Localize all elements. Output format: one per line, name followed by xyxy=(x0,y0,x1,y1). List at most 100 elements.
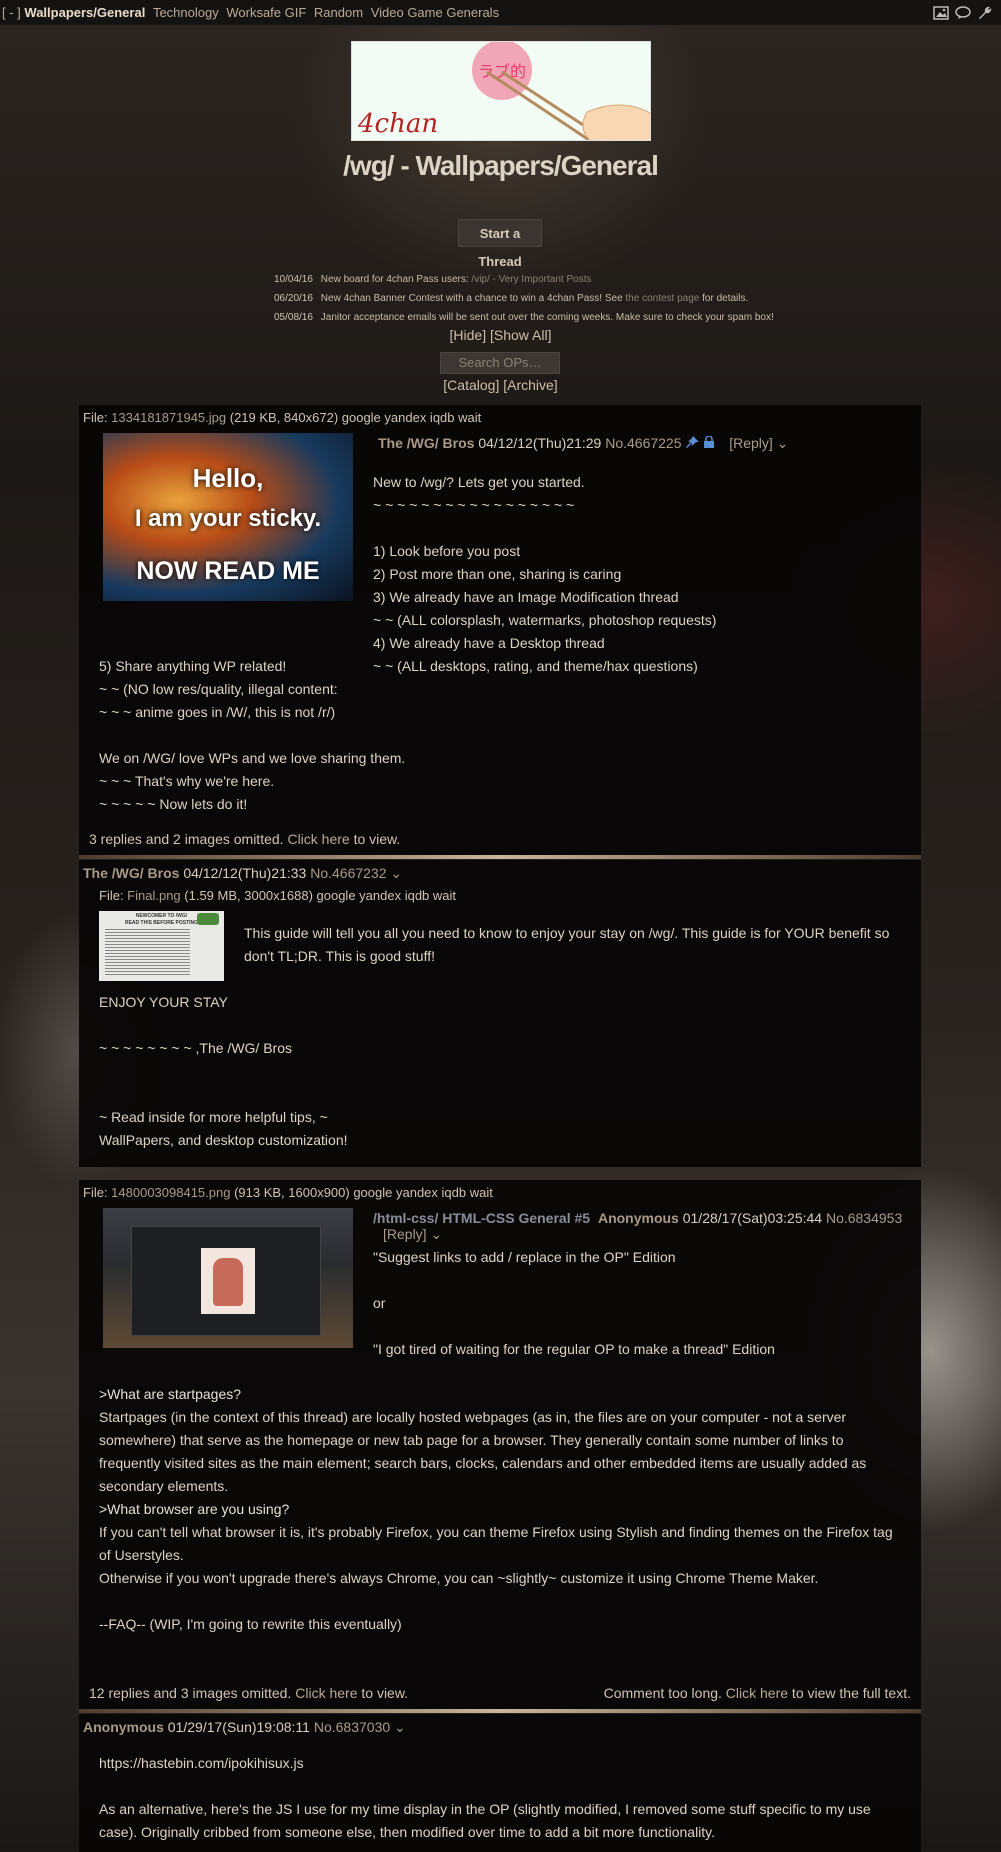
wrench-icon[interactable] xyxy=(977,5,993,21)
file-meta: (1.59 MB, 3000x1688) google yandex iqdb … xyxy=(180,888,457,903)
question-1: >What are startpages? xyxy=(99,1386,242,1402)
divider xyxy=(79,855,921,859)
poster-name: Anonymous xyxy=(83,1719,164,1735)
hide-news-link[interactable]: [Hide] xyxy=(450,327,487,343)
thread-thumbnail[interactable]: Hello, I am your sticky. NOW READ ME xyxy=(103,433,353,601)
reply-body-below: ENJOY YOUR STAY ~ ~ ~ ~ ~ ~ ~ ~ ,The /WG… xyxy=(99,994,348,1148)
post-body-left: 5) Share anything WP related! ~ ~ (NO lo… xyxy=(99,658,406,812)
news-text: New board for 4chan Pass users: xyxy=(320,274,472,285)
thread-thumbnail[interactable] xyxy=(103,1208,353,1348)
news-text-after: for details. xyxy=(699,293,749,304)
start-thread-button[interactable]: Start a Thread xyxy=(458,219,542,269)
file-meta: (913 KB, 1600x900) google yandex iqdb wa… xyxy=(230,1185,493,1200)
news-text: Janitor acceptance emails will be sent o… xyxy=(320,312,774,323)
sticky-pin-icon xyxy=(685,435,700,451)
image-icon[interactable] xyxy=(933,6,949,20)
news-date: 06/20/16 xyxy=(274,293,313,304)
post-header: The /WG/ Bros 04/12/12(Thu)21:29 No.4667… xyxy=(378,435,788,452)
answer-2: If you can't tell what browser it is, it… xyxy=(99,1524,893,1586)
poster-name: The /WG/ Bros xyxy=(378,435,475,451)
click-here-link[interactable]: Click here xyxy=(295,1685,357,1701)
omitted-summary: 3 replies and 2 images omitted. Click he… xyxy=(89,831,401,847)
news-item: 10/04/16 New board for 4chan Pass users:… xyxy=(274,270,774,289)
view-full-text-link[interactable]: Click here xyxy=(726,1685,788,1701)
news-text: New 4chan Banner Contest with a chance t… xyxy=(320,293,626,304)
board-nav-bar: [ - ] Wallpapers/General Technology Work… xyxy=(0,0,1001,26)
post-header: Anonymous 01/29/17(Sun)19:08:11 No.68370… xyxy=(83,1719,406,1736)
nav-current-board[interactable]: Wallpapers/General xyxy=(24,5,145,20)
post-date: 04/12/12(Thu)21:33 xyxy=(179,865,311,881)
thumb-line-1: Hello, xyxy=(192,463,264,493)
divider xyxy=(79,1709,921,1713)
archive-link[interactable]: [Archive] xyxy=(503,377,557,393)
post-number-link[interactable]: No.4667232 xyxy=(310,865,386,881)
post-number-link[interactable]: No.4667225 xyxy=(605,435,681,451)
post-number-link[interactable]: No.6834953 xyxy=(826,1210,902,1226)
board-title: /wg/ - Wallpapers/General xyxy=(343,150,659,181)
news-link-contest[interactable]: the contest page xyxy=(625,293,699,304)
reply-thumbnail[interactable]: NEWCOMER TO /WG/ READ THIS BEFORE POSTIN… xyxy=(99,911,224,981)
news-item: 05/08/16 Janitor acceptance emails will … xyxy=(274,308,774,327)
post-date: 04/12/12(Thu)21:29 xyxy=(474,435,606,451)
file-name-link[interactable]: Final.png xyxy=(127,888,180,903)
nav-toggle[interactable]: [ - ] xyxy=(2,5,21,20)
answer-1: Startpages (in the context of this threa… xyxy=(99,1409,867,1494)
reply-body-right: This guide will tell you all you need to… xyxy=(244,925,890,964)
post-date: 01/28/17(Sat)03:25:44 xyxy=(678,1210,826,1226)
show-all-link[interactable]: [Show All] xyxy=(490,327,551,343)
nav-link-video-game-generals[interactable]: Video Game Generals xyxy=(371,5,499,20)
post-header: /html-css/ HTML-CSS General #5 Anonymous… xyxy=(373,1210,921,1243)
speech-bubble-icon[interactable] xyxy=(955,6,971,20)
catalog-link[interactable]: [Catalog] xyxy=(443,377,499,393)
reply-link[interactable]: [Reply] xyxy=(729,435,773,451)
nav-link-worksafe-gif[interactable]: Worksafe GIF xyxy=(226,5,306,20)
faq-line: --FAQ-- (WIP, I'm going to rewrite this … xyxy=(99,1616,402,1632)
catalog-archive-links: [Catalog] [Archive] xyxy=(0,377,1001,393)
news-item: 06/20/16 New 4chan Banner Contest with a… xyxy=(274,289,774,308)
post-body-right: "Suggest links to add / replace in the O… xyxy=(373,1249,775,1357)
nav-link-technology[interactable]: Technology xyxy=(153,5,219,20)
nav-icons xyxy=(933,0,993,26)
board-banner[interactable]: ラブ的 4chan xyxy=(351,41,651,141)
banner-brand-text: 4chan xyxy=(357,109,438,139)
thread-subject: /html-css/ HTML-CSS General #5 xyxy=(373,1210,591,1226)
file-name-link[interactable]: 1334181871945.jpg xyxy=(111,410,226,425)
reply-body: As an alternative, here's the JS I use f… xyxy=(99,1801,871,1840)
comment-too-long-notice: Comment too long. Click here to view the… xyxy=(603,1685,911,1701)
file-name-link[interactable]: 1480003098415.png xyxy=(111,1185,230,1200)
click-here-link[interactable]: Click here xyxy=(287,831,349,847)
chevron-down-icon[interactable]: ⌄ xyxy=(390,865,402,881)
chevron-down-icon[interactable]: ⌄ xyxy=(394,1719,406,1735)
reply-post: The /WG/ Bros 04/12/12(Thu)21:33 No.4667… xyxy=(79,860,921,1167)
post-date: 01/29/17(Sun)19:08:11 xyxy=(163,1719,314,1735)
news-date: 10/04/16 xyxy=(274,274,313,285)
chevron-down-icon[interactable]: ⌄ xyxy=(430,1226,442,1242)
post-number-link[interactable]: No.6837030 xyxy=(314,1719,390,1735)
lock-icon xyxy=(703,435,715,451)
question-2: >What browser are you using? xyxy=(99,1501,290,1517)
banner-badge-text: ラブ的 xyxy=(478,62,526,81)
nav-link-random[interactable]: Random xyxy=(314,5,363,20)
news-date: 05/08/16 xyxy=(274,312,313,323)
news-list: 10/04/16 New board for 4chan Pass users:… xyxy=(274,270,774,327)
omitted-summary: 12 replies and 3 images omitted. Click h… xyxy=(89,1685,409,1701)
hide-show-controls: [Hide] [Show All] xyxy=(0,327,1001,343)
chevron-down-icon[interactable]: ⌄ xyxy=(777,435,789,451)
reply-link[interactable]: [Reply] xyxy=(383,1226,427,1242)
reply-post: Anonymous 01/29/17(Sun)19:08:11 No.68370… xyxy=(79,1714,921,1852)
hastebin-link[interactable]: https://hastebin.com/ipokihisux.js xyxy=(99,1752,304,1775)
file-info: File: 1334181871945.jpg (219 KB, 840x672… xyxy=(83,410,482,425)
file-meta: (219 KB, 840x672) google yandex iqdb wai… xyxy=(226,410,482,425)
thread-html-css: File: 1480003098415.png (913 KB, 1600x90… xyxy=(79,1180,921,1711)
post-header: The /WG/ Bros 04/12/12(Thu)21:33 No.4667… xyxy=(83,865,402,882)
poster-name: The /WG/ Bros xyxy=(83,865,180,881)
thumb-line-3: NOW READ ME xyxy=(136,557,320,585)
file-info: File: Final.png (1.59 MB, 3000x1688) goo… xyxy=(99,888,457,903)
news-link-vip[interactable]: /vip/ - Very Important Posts xyxy=(471,274,591,285)
search-ops-input[interactable]: Search OPs… xyxy=(440,352,560,374)
file-info: File: 1480003098415.png (913 KB, 1600x90… xyxy=(83,1185,493,1200)
post-body-right: New to /wg/? Lets get you started. ~ ~ ~… xyxy=(373,474,717,674)
thumb-line-2: I am your sticky. xyxy=(134,505,322,532)
thread-sticky: File: 1334181871945.jpg (219 KB, 840x672… xyxy=(79,405,921,857)
poster-name: Anonymous xyxy=(597,1210,679,1226)
